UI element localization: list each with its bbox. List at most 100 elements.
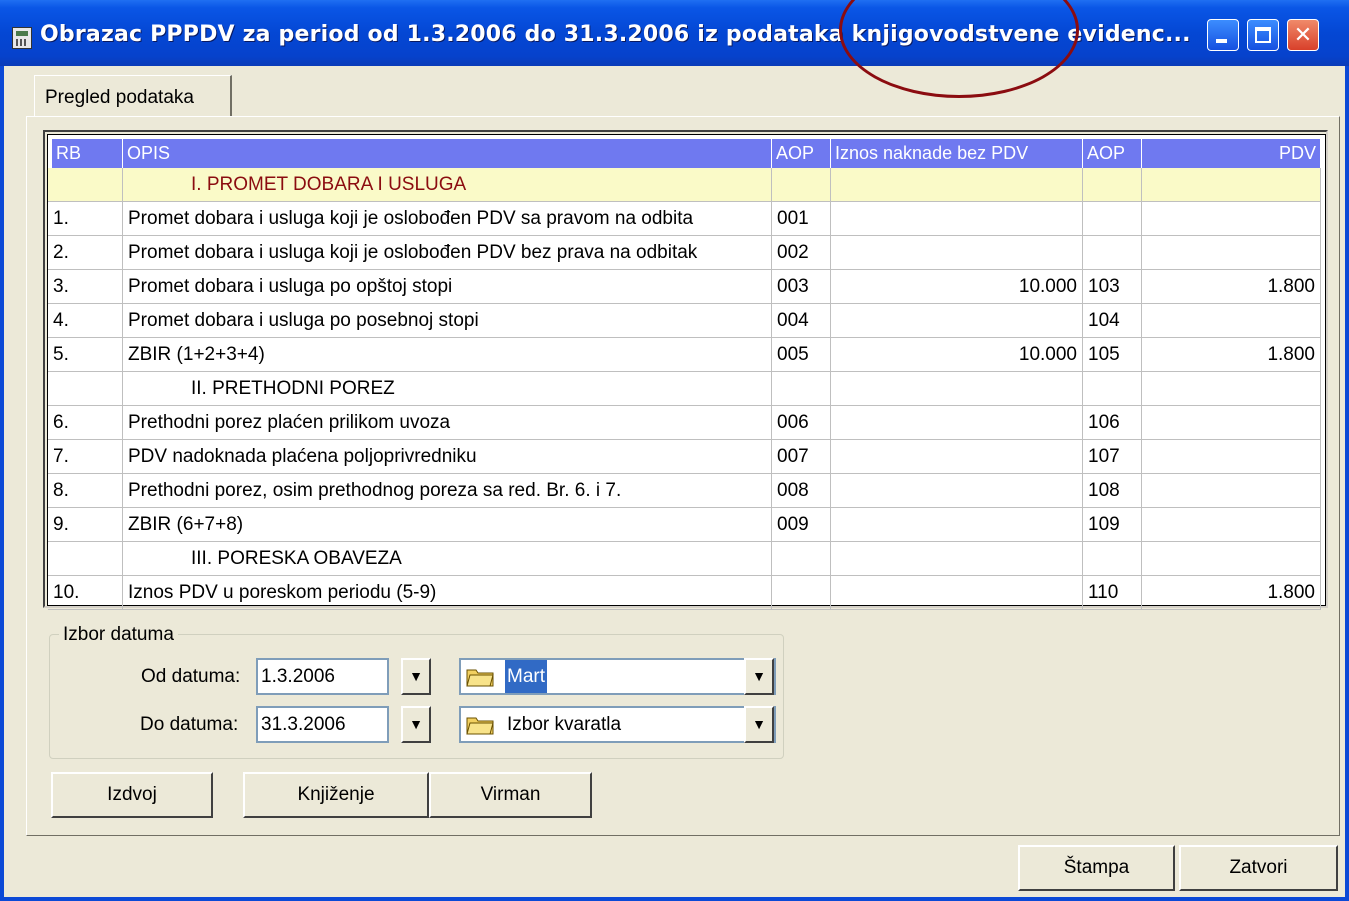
cell-iznos [831,202,1083,236]
tab-pregled-podataka[interactable]: Pregled podataka [34,75,232,117]
cell-aop2 [1083,542,1142,576]
grid-body: RB OPIS AOP Iznos naknade bez PDV AOP PD… [47,134,1326,610]
cell-opis: ZBIR (1+2+3+4) [123,338,772,372]
cell-aop1: 003 [772,270,831,304]
cell-aop2 [1083,202,1142,236]
cell-opis: PDV nadoknada plaćena poljoprivredniku [123,440,772,474]
cell-aop1: 001 [772,202,831,236]
cell-aop1 [772,372,831,406]
cell-opis: Iznos PDV u poreskom periodu (5-9) [123,576,772,610]
month-dropdown-button[interactable]: ▼ [744,658,774,695]
header-pdv: PDV [1142,139,1321,168]
stampa-button[interactable]: Štampa [1018,845,1175,891]
minimize-button[interactable] [1207,19,1239,51]
cell-aop1: 007 [772,440,831,474]
do-datuma-dropdown-button[interactable]: ▼ [401,706,431,743]
cell-aop2: 106 [1083,406,1142,440]
quarter-value: Izbor kvaratla [507,714,622,735]
cell-pdv: 1.800 [1142,270,1321,304]
cell-rb: 3. [48,270,123,304]
cell-iznos [831,304,1083,338]
date-group-label: Izbor datuma [59,624,178,646]
od-datuma-dropdown-button[interactable]: ▼ [401,658,431,695]
quarter-select[interactable]: Izbor kvaratla ▼ [459,706,776,743]
cell-rb [48,542,123,576]
calculator-icon [12,27,32,49]
cell-opis: ZBIR (6+7+8) [123,508,772,542]
knjizenje-button[interactable]: Knjiženje [243,772,429,818]
title-bar[interactable]: Obrazac PPPDV za period od 1.3.2006 do 3… [0,0,1349,66]
cell-rb: 10. [48,576,123,610]
header-aop-1: AOP [772,139,831,168]
cell-aop2: 107 [1083,440,1142,474]
cell-iznos [831,508,1083,542]
do-datuma-label: Do datuma: [140,714,239,735]
cell-aop1: 009 [772,508,831,542]
cell-pdv [1142,474,1321,508]
cell-iznos [831,372,1083,406]
cell-iznos [831,576,1083,610]
maximize-button[interactable] [1247,19,1279,51]
cell-aop1: 006 [772,406,831,440]
cell-aop2: 109 [1083,508,1142,542]
cell-pdv: 1.800 [1142,338,1321,372]
cell-aop1: 002 [772,236,831,270]
cell-iznos: 10.000 [831,270,1083,304]
close-button[interactable] [1287,19,1319,51]
cell-iznos [831,474,1083,508]
cell-iznos [831,542,1083,576]
od-datuma-label: Od datuma: [141,666,241,687]
header-opis: OPIS [123,139,772,168]
folder-icon [466,669,494,687]
cell-rb [48,168,123,202]
cell-pdv [1142,304,1321,338]
cell-aop2: 104 [1083,304,1142,338]
virman-button[interactable]: Virman [429,772,592,818]
header-iznos: Iznos naknade bez PDV [831,139,1083,168]
main-window: Obrazac PPPDV za period od 1.3.2006 do 3… [0,0,1349,901]
red-annotation-ellipse [839,0,1079,98]
izdvoj-button[interactable]: Izdvoj [51,772,213,818]
cell-aop2 [1083,372,1142,406]
cell-pdv [1142,372,1321,406]
cell-opis: Promet dobara i usluga po opštoj stopi [123,270,772,304]
cell-rb: 2. [48,236,123,270]
zatvori-button[interactable]: Zatvori [1179,845,1338,891]
cell-pdv [1142,440,1321,474]
cell-pdv: 1.800 [1142,576,1321,610]
cell-rb: 7. [48,440,123,474]
data-grid[interactable]: RB OPIS AOP Iznos naknade bez PDV AOP PD… [43,130,1328,610]
cell-opis: Promet dobara i usluga koji je oslobođen… [123,236,772,270]
cell-pdv [1142,508,1321,542]
cell-opis: III. PORESKA OBAVEZA [123,542,772,576]
cell-aop1: 008 [772,474,831,508]
header-rb: RB [52,139,123,168]
cell-rb: 5. [48,338,123,372]
cell-rb: 4. [48,304,123,338]
cell-rb: 8. [48,474,123,508]
od-datuma-input[interactable]: 1.3.2006 [256,658,389,695]
cell-opis: Prethodni porez plaćen prilikom uvoza [123,406,772,440]
cell-rb: 6. [48,406,123,440]
cell-aop1: 004 [772,304,831,338]
do-datuma-input[interactable]: 31.3.2006 [256,706,389,743]
cell-rb: 1. [48,202,123,236]
cell-iznos [831,236,1083,270]
cell-aop2 [1083,236,1142,270]
header-aop-2: AOP [1083,139,1142,168]
cell-aop2 [1083,168,1142,202]
month-select[interactable]: Mart ▼ [459,658,776,695]
cell-aop2: 105 [1083,338,1142,372]
cell-pdv [1142,202,1321,236]
cell-aop1 [772,576,831,610]
cell-iznos [831,406,1083,440]
cell-rb [48,372,123,406]
cell-opis: I. PROMET DOBARA I USLUGA [123,168,772,202]
cell-opis: Prethodni porez, osim prethodnog poreza … [123,474,772,508]
cell-iznos [831,440,1083,474]
cell-rb: 9. [48,508,123,542]
cell-iznos [831,168,1083,202]
quarter-dropdown-button[interactable]: ▼ [744,706,774,743]
cell-iznos: 10.000 [831,338,1083,372]
cell-pdv [1142,406,1321,440]
